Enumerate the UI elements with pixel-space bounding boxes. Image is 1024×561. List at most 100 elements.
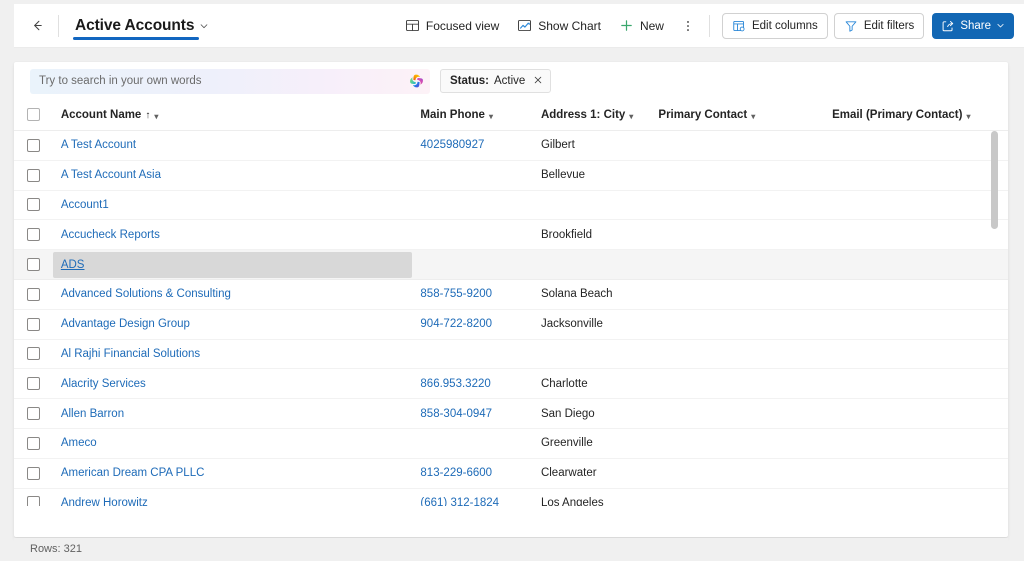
main-phone-cell[interactable] [412,249,533,280]
row-checkbox[interactable] [26,258,40,272]
chevron-down-icon[interactable]: ▾ [154,112,158,121]
account-name-link[interactable]: Account1 [61,199,109,211]
account-name-link[interactable]: A Test Account Asia [61,169,161,181]
account-name-link[interactable]: Allen Barron [61,408,124,420]
phone-link[interactable]: 904-722-8200 [420,318,492,330]
row-checkbox[interactable] [26,436,40,450]
chevron-down-icon[interactable]: ▾ [966,112,970,121]
main-phone-cell[interactable]: 4025980927 [412,130,533,161]
copilot-icon[interactable] [408,72,426,90]
phone-link[interactable]: 4025980927 [420,139,484,151]
main-phone-cell[interactable] [412,219,533,251]
account-name-link[interactable]: American Dream CPA PLLC [61,467,205,479]
row-checkbox[interactable] [26,138,40,152]
row-checkbox[interactable] [26,407,40,421]
main-phone-cell[interactable]: 904-722-8200 [412,309,533,340]
row-checkbox[interactable] [26,287,40,301]
account-name-link[interactable]: ADS [61,259,85,271]
phone-link[interactable]: 813-229-6600 [420,467,492,479]
select-all-checkbox[interactable] [26,108,40,122]
row-checkbox[interactable] [26,496,40,506]
phone-link[interactable]: 858-755-9200 [420,288,492,300]
account-name-link[interactable]: Advantage Design Group [61,318,190,330]
main-phone-cell[interactable]: 858-755-9200 [412,279,533,310]
account-name-cell[interactable]: Accucheck Reports [52,219,413,251]
column-header-address-city[interactable]: Address 1: City ▾ [532,100,651,131]
table-row[interactable]: Allen Barron 858-304-0947 San Diego [14,398,1008,429]
main-phone-cell[interactable]: 866.953.3220 [412,368,533,400]
table-row[interactable]: Account1 [14,190,1008,221]
account-name-cell[interactable]: Advantage Design Group [52,309,413,340]
account-name-cell[interactable]: Andrew Horowitz [52,488,413,506]
row-checkbox[interactable] [26,168,40,182]
status-filter-pill[interactable]: Status: Active [440,69,552,93]
focused-view-button[interactable]: Focused view [396,11,508,41]
new-button[interactable]: New [610,11,673,41]
search-input[interactable] [39,75,402,87]
vertical-scrollbar[interactable] [991,131,998,504]
view-selector[interactable]: Active Accounts [69,13,215,40]
row-checkbox[interactable] [26,317,40,331]
chevron-down-icon[interactable]: ▾ [629,112,633,121]
main-phone-cell[interactable] [412,190,533,221]
table-row[interactable]: American Dream CPA PLLC 813-229-6600 Clear… [14,458,1008,489]
main-phone-cell[interactable] [412,428,533,459]
account-name-cell[interactable]: ADS [52,249,413,280]
account-name-cell[interactable]: Al Rajhi Financial Solutions [52,339,413,370]
account-name-cell[interactable]: A Test Account Asia [52,160,413,191]
phone-link[interactable]: (661) 312-1824 [420,497,499,506]
table-row[interactable]: A Test Account Asia Bellevue [14,160,1008,191]
main-phone-cell[interactable]: (661) 312-1824 [412,488,533,506]
row-checkbox[interactable] [26,198,40,212]
table-row[interactable]: A Test Account 4025980927 Gilbert [14,130,1008,161]
table-row[interactable]: Advanced Solutions & Consulting 858-755-9… [14,279,1008,310]
share-button[interactable]: Share [932,12,1014,39]
account-name-cell[interactable]: Allen Barron [52,398,413,429]
row-checkbox[interactable] [26,228,40,242]
row-checkbox[interactable] [26,466,40,480]
row-checkbox[interactable] [26,377,40,391]
table-row[interactable]: Advantage Design Group 904-722-8200 Jackso… [14,309,1008,340]
main-phone-cell[interactable] [412,160,533,191]
chevron-down-icon[interactable]: ▾ [489,112,493,121]
main-phone-cell[interactable]: 813-229-6600 [412,458,533,489]
table-row[interactable]: Andrew Horowitz (661) 312-1824 Los Angeles [14,488,1008,506]
account-name-link[interactable]: Accucheck Reports [61,229,160,241]
account-name-cell[interactable]: Account1 [52,190,413,221]
account-name-cell[interactable]: Alacrity Services [52,368,413,400]
account-name-cell[interactable]: Advanced Solutions & Consulting [52,279,413,310]
account-name-link[interactable]: Alacrity Services [61,378,146,390]
table-row[interactable]: Accucheck Reports Brookfield [14,219,1008,251]
table-row[interactable]: Ameco Greenville [14,428,1008,459]
account-name-cell[interactable]: American Dream CPA PLLC [52,458,413,489]
column-header-main-phone[interactable]: Main Phone ▾ [412,100,533,131]
account-name-link[interactable]: Andrew Horowitz [61,497,148,506]
back-button[interactable] [22,11,52,41]
chevron-down-icon[interactable]: ▾ [751,112,755,121]
column-header-email-primary-contact[interactable]: Email (Primary Contact) ▾ [824,100,1008,131]
search-box[interactable] [30,68,430,94]
edit-columns-button[interactable]: Edit columns [721,12,828,39]
email-cell [824,160,1008,191]
account-name-link[interactable]: Al Rajhi Financial Solutions [61,348,200,360]
phone-link[interactable]: 866.953.3220 [420,378,490,390]
row-checkbox[interactable] [26,347,40,361]
more-commands-button[interactable] [675,11,701,41]
main-phone-cell[interactable] [412,339,533,370]
account-name-link[interactable]: A Test Account [61,139,136,151]
column-header-primary-contact[interactable]: Primary Contact ▾ [650,100,825,131]
column-header-account-name[interactable]: Account Name ↑ ▾ [52,100,413,131]
scrollbar-thumb[interactable] [991,131,998,229]
account-name-cell[interactable]: A Test Account [52,130,413,161]
edit-filters-button[interactable]: Edit filters [833,12,925,39]
account-name-cell[interactable]: Ameco [52,428,413,459]
table-row[interactable]: Al Rajhi Financial Solutions [14,339,1008,370]
close-icon[interactable] [533,75,543,87]
table-row[interactable]: ADS [14,249,1008,280]
phone-link[interactable]: 858-304-0947 [420,408,492,420]
account-name-link[interactable]: Ameco [61,437,97,449]
account-name-link[interactable]: Advanced Solutions & Consulting [61,288,231,300]
show-chart-button[interactable]: Show Chart [508,11,610,41]
table-row[interactable]: Alacrity Services 866.953.3220 Charlotte [14,368,1008,400]
main-phone-cell[interactable]: 858-304-0947 [412,398,533,429]
